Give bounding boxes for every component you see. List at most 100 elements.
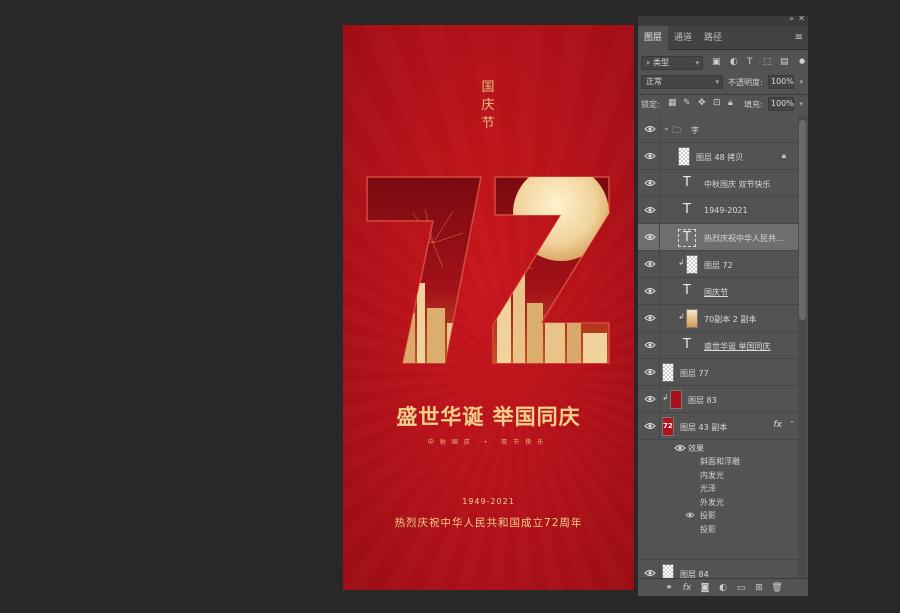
eye-icon[interactable]	[644, 394, 656, 404]
tab-channels[interactable]: 通道	[668, 26, 698, 50]
panel-tabs: 图层 通道 路径 ≡	[638, 26, 808, 50]
pixel-filter-icon[interactable]: ▣	[712, 57, 721, 67]
type-filter-icon[interactable]: T	[747, 57, 753, 67]
fx-icon[interactable]: fx	[774, 420, 783, 430]
blend-mode-row: 正常 ▾ 不透明度: 100% ▾	[638, 73, 808, 92]
scrollbar-thumb[interactable]	[799, 120, 806, 320]
smart-object-filter-icon[interactable]: ▤	[780, 57, 789, 67]
poster-years: 1949-2021	[462, 497, 515, 506]
adjustment-icon[interactable]: ◐	[717, 583, 729, 593]
lock-position-icon[interactable]: ✥	[698, 98, 706, 108]
layer-name: 图层 48 拷贝	[696, 153, 744, 162]
layer-row[interactable]: T 中秋国庆 双节快乐	[638, 170, 798, 197]
search-icon: ⌕	[646, 58, 654, 67]
eye-icon[interactable]	[644, 151, 656, 161]
eye-icon[interactable]	[644, 259, 656, 269]
opacity-label: 不透明度:	[728, 78, 763, 87]
layer-row[interactable]: T 盛世华诞 举国同庆	[638, 332, 798, 359]
effect-item[interactable]: 光泽	[700, 483, 716, 494]
layer-name: 国庆节	[704, 288, 728, 297]
layer-row[interactable]: ↲ 70副本 2 副本	[638, 305, 798, 332]
effects-header: 效果	[688, 444, 704, 453]
layer-name: 图层 43 副本	[680, 423, 728, 432]
text-layer-icon: T	[683, 202, 691, 217]
text-layer-icon: T	[683, 175, 691, 190]
filter-type-label: 类型	[653, 58, 670, 67]
eye-icon[interactable]	[685, 511, 695, 519]
layer-thumbnail	[662, 363, 674, 382]
document-canvas[interactable]: 国庆节 盛世华诞 举国同庆 中秋国庆 • 双节快乐 1949-2021 热烈庆祝…	[343, 25, 634, 590]
layer-rows: 图层 48 拷贝 🔒︎ T 中秋国庆 双节快乐 T 1949-2021 T 热烈庆祝中华人民共…	[638, 143, 798, 440]
eye-icon[interactable]	[644, 232, 656, 242]
eye-icon[interactable]	[644, 340, 656, 350]
effect-item[interactable]: 斜面和浮雕	[700, 456, 740, 467]
layer-thumbnail: 72	[662, 417, 674, 436]
filter-type-dropdown[interactable]: ⌕ 类型 ▾	[641, 56, 703, 70]
folder-icon[interactable]: ▭	[735, 583, 747, 593]
chevron-down-icon[interactable]: ⌄	[663, 123, 670, 132]
filter-toggle-icon[interactable]: ●	[799, 57, 805, 65]
mask-icon[interactable]: ◙	[699, 583, 711, 593]
tab-layers[interactable]: 图层	[638, 26, 669, 50]
layer-name: 热烈庆祝中华人民共...	[704, 234, 784, 243]
opacity-input[interactable]: 100% ▾	[768, 75, 803, 89]
eye-icon[interactable]	[644, 178, 656, 188]
layer-row[interactable]: ↲ 图层 72	[638, 251, 798, 278]
poster-bottom-text: 热烈庆祝中华人民共和国成立72周年	[394, 517, 583, 529]
layers-scrollbar[interactable]	[798, 116, 807, 588]
folder-icon: 🗀︎	[672, 126, 682, 136]
lock-all-icon[interactable]: 🔒︎	[728, 98, 733, 108]
clipping-arrow-icon: ↲	[662, 393, 669, 402]
eye-icon[interactable]	[644, 205, 656, 215]
group-name: 字	[691, 126, 699, 135]
adjustment-filter-icon[interactable]: ◐	[730, 57, 738, 67]
eye-icon[interactable]	[644, 568, 656, 578]
layer-row[interactable]: T 1949-2021	[638, 197, 798, 224]
effect-item[interactable]: 外发光	[700, 497, 724, 508]
tab-paths[interactable]: 路径	[698, 26, 728, 50]
layer-group-row[interactable]: ⌄ 🗀︎ 字	[638, 116, 798, 143]
chevron-up-icon[interactable]: ⌃	[789, 420, 795, 428]
blend-mode-dropdown[interactable]: 正常 ▾	[641, 75, 723, 89]
layer-thumbnail	[686, 309, 698, 328]
close-icon[interactable]: ✕	[798, 14, 805, 23]
clipping-arrow-icon: ↲	[678, 258, 685, 267]
layer-row[interactable]: ↲ 图层 83	[638, 386, 798, 413]
layer-row[interactable]: 图层 77	[638, 359, 798, 386]
effect-item[interactable]: 内发光	[700, 470, 724, 481]
lock-pixels-icon[interactable]: ✎	[683, 98, 691, 108]
layer-row[interactable]: 图层 48 拷贝 🔒︎	[638, 143, 798, 170]
trash-icon[interactable]: 🗑︎	[771, 583, 783, 593]
clipping-arrow-icon: ↲	[678, 312, 685, 321]
eye-icon[interactable]	[644, 313, 656, 323]
poster-sub-slogan: 中秋国庆 • 双节快乐	[427, 439, 550, 446]
layer-name: 70副本 2 副本	[704, 315, 757, 324]
panel-menu-icon[interactable]: ≡	[795, 32, 803, 43]
effect-item[interactable]: 投影	[700, 510, 716, 521]
layer-row[interactable]: 72 图层 43 副本 fx ⌃	[638, 413, 798, 440]
layer-name: 盛世华诞 举国同庆	[704, 342, 771, 351]
lock-transparency-icon[interactable]: ▦	[668, 98, 677, 108]
poster-vertical-title: 国庆节	[481, 80, 495, 131]
lock-row: 锁定: ▦ ✎ ✥ ⊡ 🔒︎ 填充: 100% ▾	[638, 95, 808, 114]
opacity-value: 100%	[771, 77, 794, 86]
layer-name: 中秋国庆 双节快乐	[704, 180, 771, 189]
effect-item[interactable]: 投影	[700, 524, 716, 535]
layer-row[interactable]: T 国庆节	[638, 278, 798, 305]
fill-input[interactable]: 100% ▾	[768, 97, 803, 111]
eye-icon[interactable]	[644, 124, 656, 134]
layer-row[interactable]: T 热烈庆祝中华人民共...	[638, 224, 798, 251]
eye-icon[interactable]	[644, 367, 656, 377]
fx-icon[interactable]: fx	[681, 583, 693, 593]
lock-label: 锁定:	[641, 100, 660, 109]
lock-artboard-icon[interactable]: ⊡	[713, 98, 721, 108]
eye-icon[interactable]	[644, 286, 656, 296]
link-icon[interactable]: ⚭	[663, 583, 675, 593]
eye-icon[interactable]	[644, 421, 656, 431]
blend-mode-value: 正常	[646, 77, 662, 86]
collapse-icon[interactable]: »	[789, 14, 794, 23]
new-layer-icon[interactable]: ⊞	[753, 583, 765, 593]
text-layer-icon: T	[683, 337, 691, 352]
eye-icon[interactable]	[674, 443, 686, 453]
shape-filter-icon[interactable]: ⬚	[763, 57, 772, 67]
